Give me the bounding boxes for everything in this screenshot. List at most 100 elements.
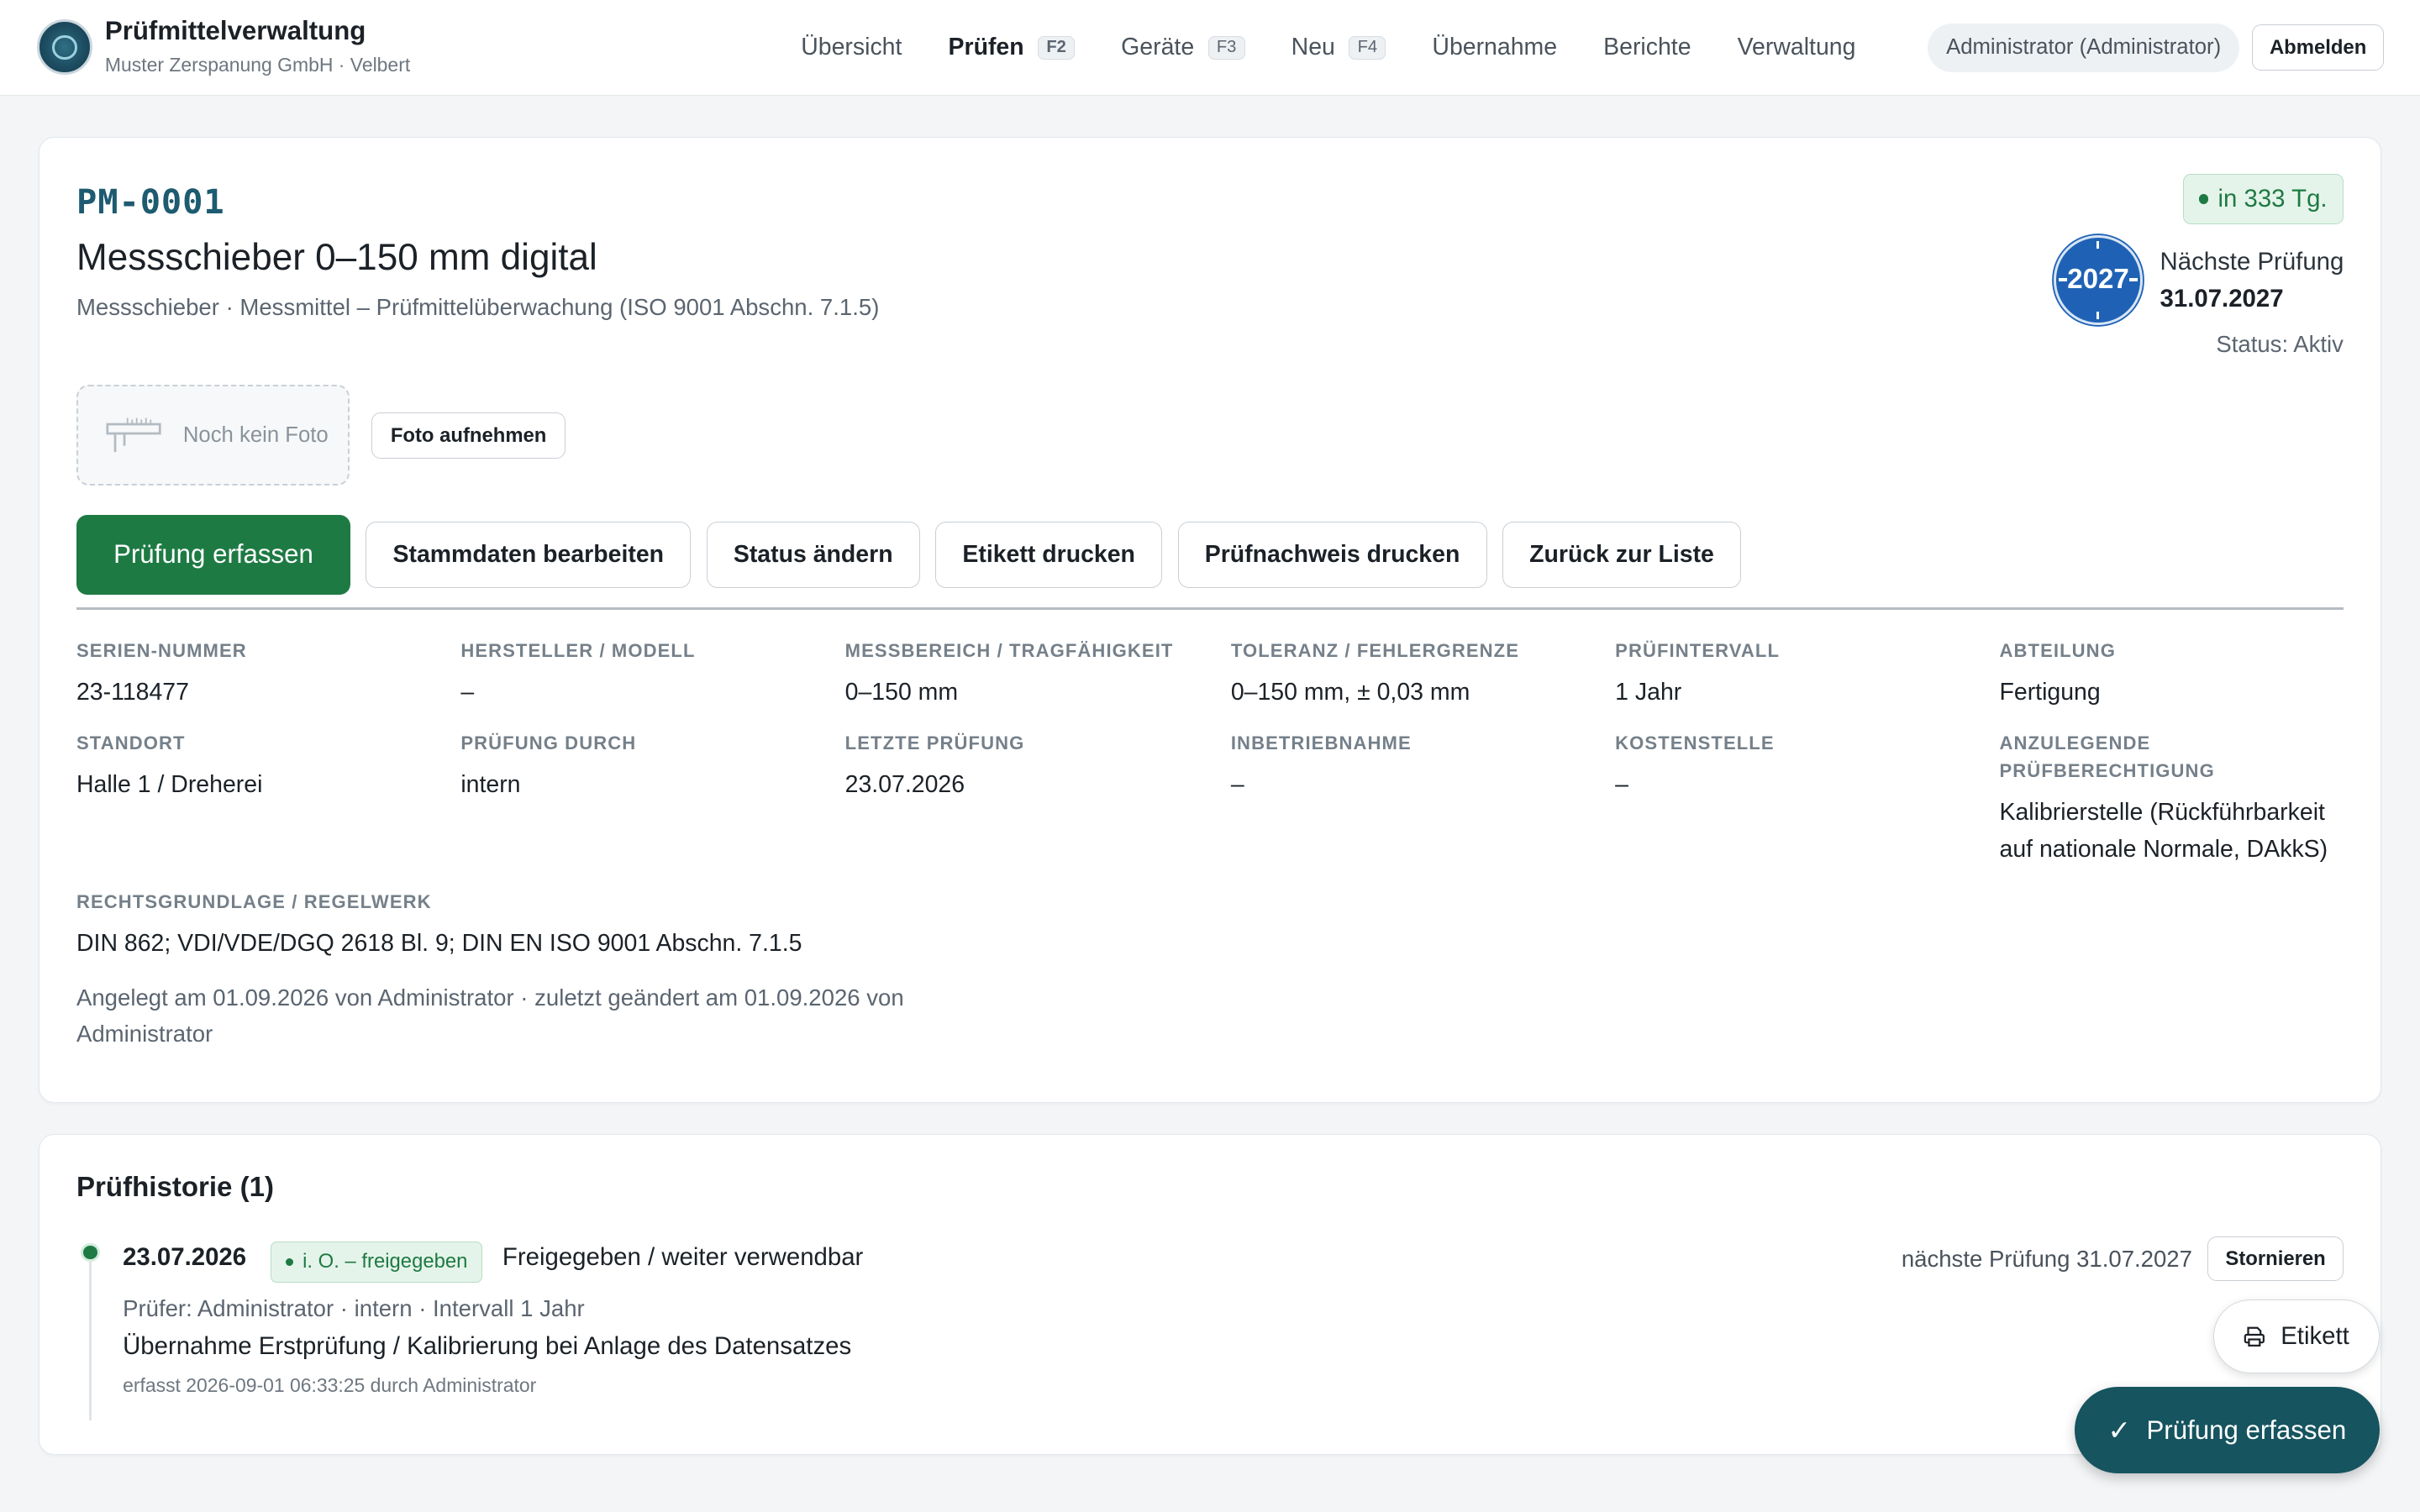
device-subtitle: Messschieber · Messmittel – Prüfmittelüb… <box>76 293 880 320</box>
timeline-line <box>88 1242 92 1420</box>
gauge-logo-icon <box>37 19 93 76</box>
app-header: Prüfmittelverwaltung Muster Zerspanung G… <box>0 0 2420 96</box>
history-card: Prüfhistorie (1) 23.07.2026 i. O. – frei… <box>38 1133 2382 1455</box>
nav-item-label: Geräte <box>1121 34 1195 61</box>
field-label: HERSTELLER / MODELL <box>460 639 696 661</box>
take-photo-button[interactable]: Foto aufnehmen <box>371 412 566 459</box>
field-last-check: LETZTE PRÜFUNG 23.07.2026 <box>845 729 1216 803</box>
field-label: ABTEILUNG <box>1999 639 2116 661</box>
shortcut-badge: F4 <box>1349 35 1386 60</box>
field-manufacturer: HERSTELLER / MODELL – <box>460 637 831 711</box>
field-interval: PRÜFINTERVALL 1 Jahr <box>1615 637 1986 711</box>
field-value: 23.07.2026 <box>844 770 965 798</box>
status-dot-icon <box>2199 194 2209 204</box>
history-entry-note: Übernahme Erstprüfung / Kalibrierung bei… <box>123 1332 852 1361</box>
history-entry-result: Freigegeben / weiter verwendbar <box>502 1242 864 1271</box>
field-legal: RECHTSGRUNDLAGE / REGELWERK DIN 862; VDI… <box>76 888 1157 962</box>
field-range: MESSBEREICH / TRAGFÄHIGKEIT 0–150 mm <box>845 637 1216 711</box>
nav-item-label: Verwaltung <box>1737 34 1856 61</box>
field-label: STANDORT <box>76 732 186 753</box>
field-value: 1 Jahr <box>1615 678 1682 706</box>
due-badge: in 333 Tg. <box>2183 173 2344 225</box>
history-title: Prüfhistorie (1) <box>76 1172 275 1204</box>
history-entry-recorded: erfasst 2026-09-01 06:33:25 durch Admini… <box>123 1373 537 1396</box>
user-badge[interactable]: Administrator (Administrator) <box>1928 23 2240 73</box>
nav-item-label: Prüfen <box>948 34 1024 61</box>
photo-placeholder-text: Noch kein Foto <box>182 423 329 447</box>
device-id: PM-0001 <box>76 181 225 222</box>
nav-item-label: Übernahme <box>1432 34 1558 61</box>
shortcut-badge: F2 <box>1038 35 1076 60</box>
field-label: RECHTSGRUNDLAGE / REGELWERK <box>76 891 432 913</box>
status-dot-icon <box>285 1257 294 1267</box>
field-serial: SERIEN-NUMMER 23-118477 <box>76 637 447 711</box>
history-entry-next: nächste Prüfung 31.07.2027 <box>1901 1246 2192 1273</box>
nav-item-berichte[interactable]: Berichte <box>1603 34 1691 61</box>
field-label: PRÜFINTERVALL <box>1615 639 1781 661</box>
device-title: Messschieber 0–150 mm digital <box>76 237 597 278</box>
field-cost-center: KOSTENSTELLE – <box>1615 729 1986 803</box>
next-check-label: Nächste Prüfung <box>2160 247 2344 276</box>
field-value: – <box>1230 770 1244 798</box>
field-qualification: ANZULEGENDE PRÜFBERECHTIGUNG Kalibrierst… <box>2000 729 2352 868</box>
floating-record-text: Prüfung erfassen <box>2146 1415 2347 1445</box>
print-icon <box>2244 1326 2265 1347</box>
field-inspected-by: PRÜFUNG DURCH intern <box>460 729 831 803</box>
photo-placeholder: Noch kein Foto <box>76 385 350 486</box>
inspection-seal-icon: 2027 <box>2053 235 2144 325</box>
next-check-date: 31.07.2027 <box>2160 284 2284 312</box>
field-label: SERIEN-NUMMER <box>76 639 247 661</box>
logout-button[interactable]: Abmelden <box>2251 24 2385 71</box>
brand[interactable]: Prüfmittelverwaltung Muster Zerspanung G… <box>37 16 410 79</box>
nav-item-geraete[interactable]: Geräte F3 <box>1121 34 1245 61</box>
record-meta: Angelegt am 01.09.2026 von Administrator… <box>76 984 904 1047</box>
floating-record-inspection-button[interactable]: ✓ Prüfung erfassen <box>2074 1387 2381 1474</box>
floating-label-button[interactable]: Etikett <box>2212 1299 2381 1373</box>
field-label: KOSTENSTELLE <box>1615 732 1775 753</box>
record-inspection-button[interactable]: Prüfung erfassen <box>76 514 350 596</box>
cancel-entry-button[interactable]: Stornieren <box>2207 1236 2344 1282</box>
due-badge-text: in 333 Tg. <box>2217 184 2328 213</box>
nav-item-uebernahme[interactable]: Übernahme <box>1432 34 1557 61</box>
field-value: Halle 1 / Dreherei <box>76 770 263 798</box>
field-value: 0–150 mm, ± 0,03 mm <box>1230 678 1470 706</box>
nav-item-pruefen[interactable]: Prüfen F2 <box>949 34 1076 61</box>
device-status: Status: Aktiv <box>2216 331 2344 358</box>
field-label: INBETRIEBNAHME <box>1230 732 1412 753</box>
app-subtitle: Muster Zerspanung GmbH · Velbert <box>104 54 411 76</box>
nav-item-label: Übersicht <box>801 34 902 61</box>
result-badge-text: i. O. – freigegeben <box>302 1250 468 1273</box>
shortcut-badge: F3 <box>1207 35 1245 60</box>
field-value: intern <box>460 770 521 798</box>
print-label-button[interactable]: Etikett drucken <box>935 521 1163 588</box>
result-badge: i. O. – freigegeben <box>271 1241 482 1284</box>
change-status-button[interactable]: Status ändern <box>706 521 920 588</box>
field-value: 23-118477 <box>76 678 189 706</box>
nav-item-uebersicht[interactable]: Übersicht <box>801 34 902 61</box>
nav-item-label: Berichte <box>1603 34 1691 61</box>
checkmark-icon: ✓ <box>2107 1415 2132 1446</box>
timeline-dot-icon <box>81 1242 100 1262</box>
field-location: STANDORT Halle 1 / Dreherei <box>76 729 447 803</box>
history-entry-date: 23.07.2026 <box>123 1242 247 1271</box>
back-to-list-button[interactable]: Zurück zur Liste <box>1502 521 1742 588</box>
nav-item-neu[interactable]: Neu F4 <box>1292 34 1386 61</box>
field-value: – <box>460 678 475 706</box>
field-value: Fertigung <box>1999 678 2101 706</box>
app-title: Prüfmittelverwaltung <box>104 15 366 45</box>
action-bar: Prüfung erfassen Stammdaten bearbeiten S… <box>76 514 1756 596</box>
field-label: TOLERANZ / FEHLERGRENZE <box>1230 639 1520 661</box>
field-label: PRÜFUNG DURCH <box>460 732 637 753</box>
field-value: DIN 862; VDI/VDE/DGQ 2618 Bl. 9; DIN EN … <box>76 930 802 958</box>
seal-year: 2027 <box>2067 264 2129 296</box>
print-proof-button[interactable]: Prüfnachweis drucken <box>1177 521 1487 588</box>
divider <box>76 606 2344 611</box>
floating-label-text: Etikett <box>2281 1321 2349 1350</box>
field-commissioning: INBETRIEBNAHME – <box>1231 729 1602 803</box>
field-label: ANZULEGENDE PRÜFBERECHTIGUNG <box>1999 732 2215 781</box>
nav-item-verwaltung[interactable]: Verwaltung <box>1738 34 1856 61</box>
field-value: 0–150 mm <box>844 678 959 706</box>
main-nav: Übersicht Prüfen F2 Geräte F3 Neu F4 Übe… <box>801 0 1902 96</box>
edit-master-data-button[interactable]: Stammdaten bearbeiten <box>366 521 692 588</box>
caliper-icon <box>106 417 161 453</box>
